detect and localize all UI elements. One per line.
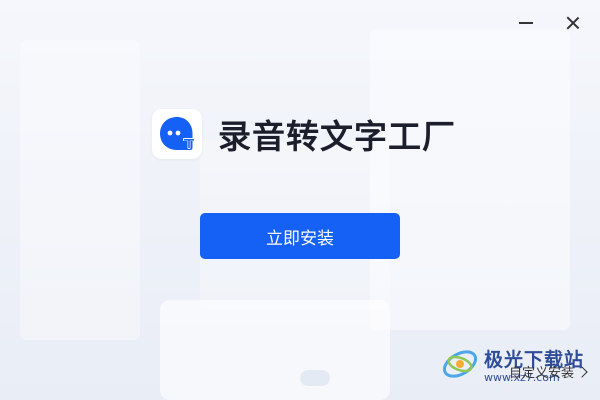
- app-brand: 录音转文字工厂: [152, 108, 456, 160]
- install-now-button[interactable]: 立即安装: [200, 213, 400, 259]
- background-decoration: [370, 30, 570, 330]
- custom-install-label: 自定义安装: [508, 366, 574, 381]
- chat-bubble-t-icon: [160, 117, 195, 150]
- background-decoration: [300, 370, 330, 386]
- installer-window: 录音转文字工厂 立即安装 极光下载站 www.xz7.com 自定义安装: [0, 0, 600, 400]
- aurora-logo-icon: [442, 350, 478, 378]
- background-decoration: [160, 300, 390, 400]
- custom-install-link[interactable]: 自定义安装: [508, 362, 588, 381]
- chevron-right-icon: [576, 365, 588, 378]
- minimize-button[interactable]: [513, 10, 539, 36]
- background-decoration: [20, 40, 140, 340]
- app-title: 录音转文字工厂: [218, 117, 456, 156]
- close-button[interactable]: [560, 10, 586, 36]
- app-logo: [152, 109, 202, 159]
